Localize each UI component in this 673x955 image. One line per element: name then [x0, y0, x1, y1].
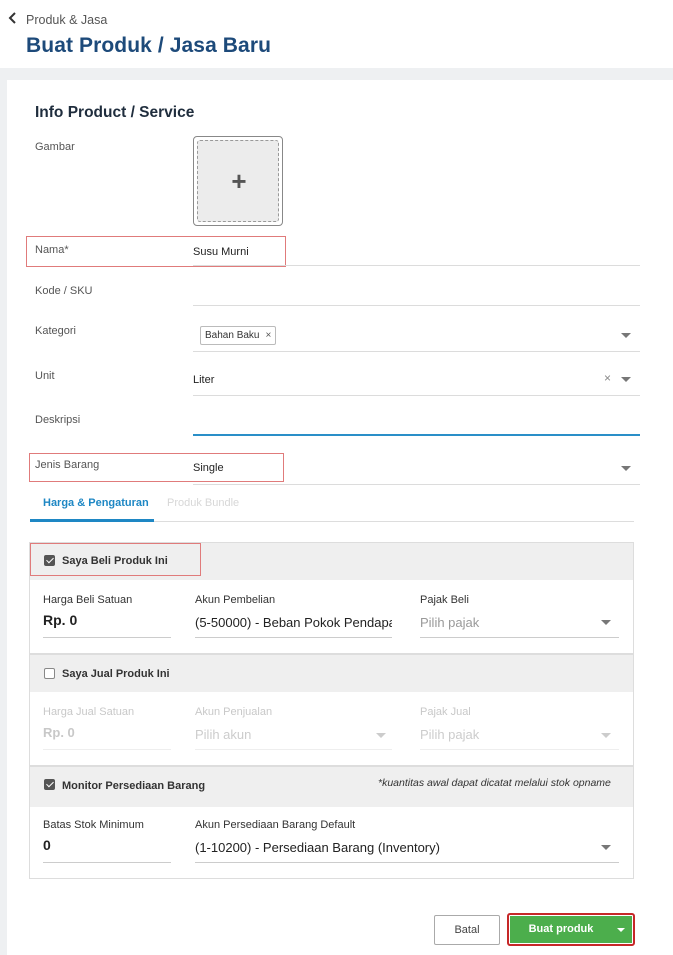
sell-account-chevron-icon[interactable]	[376, 733, 386, 738]
section-title: Info Product / Service	[35, 104, 195, 121]
type-select[interactable]: Single	[193, 462, 224, 474]
sell-account-label: Akun Penjualan	[195, 706, 273, 718]
buy-account-label: Akun Pembelian	[195, 594, 276, 606]
unit-underline	[193, 395, 640, 396]
sell-price-underline	[43, 749, 171, 750]
buy-tax-chevron-icon[interactable]	[601, 620, 611, 625]
sku-underline	[193, 305, 640, 306]
category-dropdown-chevron-icon[interactable]	[621, 333, 631, 338]
page-title: Buat Produk / Jasa Baru	[26, 34, 272, 57]
create-product-button[interactable]: Buat produk	[510, 916, 632, 943]
sell-checkbox[interactable]	[44, 668, 55, 679]
name-input[interactable]: Susu Murni	[193, 246, 249, 258]
sell-tax-select[interactable]: Pilih pajak	[420, 727, 479, 742]
buy-tax-label: Pajak Beli	[420, 594, 469, 606]
sell-tax-label: Pajak Jual	[420, 706, 471, 718]
buy-tax-underline	[420, 637, 619, 638]
sell-price-label: Harga Jual Satuan	[43, 706, 135, 718]
category-tag[interactable]: Bahan Baku ×	[200, 326, 277, 345]
description-label: Deskripsi	[35, 414, 81, 426]
category-tag-label: Bahan Baku	[205, 330, 260, 341]
remove-tag-icon[interactable]: ×	[266, 330, 272, 341]
clear-icon[interactable]: ×	[604, 371, 611, 385]
buy-checkbox[interactable]	[44, 555, 55, 566]
type-underline	[193, 484, 640, 485]
sell-tax-chevron-icon[interactable]	[601, 733, 611, 738]
inventory-checkbox[interactable]	[44, 779, 55, 790]
min-stock-underline	[43, 862, 171, 863]
buy-checkbox-label[interactable]: Saya Beli Produk Ini	[62, 555, 168, 567]
inventory-account-underline	[195, 862, 619, 863]
create-product-label: Buat produk	[528, 923, 594, 935]
buy-tax-select[interactable]: Pilih pajak	[420, 615, 479, 630]
image-upload-box[interactable]: +	[193, 136, 283, 226]
tab-pricing-settings[interactable]: Harga & Pengaturan	[43, 497, 149, 509]
cancel-button[interactable]: Batal	[434, 915, 500, 945]
sell-account-select[interactable]: Pilih akun	[195, 727, 251, 742]
name-label: Nama*	[35, 244, 69, 256]
buy-account-underline	[195, 637, 392, 638]
type-dropdown-chevron-icon[interactable]	[621, 466, 631, 471]
page-header: Produk & Jasa Buat Produk / Jasa Baru	[0, 0, 673, 68]
breadcrumb[interactable]: Produk & Jasa	[26, 13, 107, 27]
min-stock-label: Batas Stok Minimum	[43, 819, 144, 831]
plus-icon: +	[231, 166, 247, 196]
sell-price-input[interactable]: Rp. 0	[43, 725, 75, 740]
buy-price-input[interactable]: Rp. 0	[43, 612, 77, 628]
sell-account-underline	[195, 749, 392, 750]
sell-tax-underline	[420, 749, 619, 750]
buy-account-select[interactable]: (5-50000) - Beban Pokok Pendapa	[195, 615, 392, 630]
inventory-checkbox-label[interactable]: Monitor Persediaan Barang	[62, 780, 205, 792]
min-stock-input[interactable]: 0	[43, 837, 51, 853]
category-underline	[193, 351, 640, 352]
name-underline	[193, 265, 640, 266]
type-label: Jenis Barang	[35, 459, 100, 471]
inventory-account-chevron-icon[interactable]	[601, 845, 611, 850]
image-dropzone[interactable]: +	[197, 140, 279, 222]
active-tab-indicator	[30, 519, 154, 522]
inventory-account-label: Akun Persediaan Barang Default	[195, 819, 356, 831]
chevron-left-icon[interactable]	[8, 12, 22, 26]
inventory-note: *kuantitas awal dapat dicatat melalui st…	[378, 777, 611, 789]
description-underline	[193, 434, 640, 436]
unit-label: Unit	[35, 370, 55, 382]
dropdown-caret-icon[interactable]	[610, 916, 632, 943]
buy-price-underline	[43, 637, 171, 638]
sell-checkbox-label[interactable]: Saya Jual Produk Ini	[62, 668, 170, 680]
unit-dropdown-chevron-icon[interactable]	[621, 377, 631, 382]
buy-price-label: Harga Beli Satuan	[43, 594, 133, 606]
category-label: Kategori	[35, 325, 76, 337]
unit-select[interactable]: Liter	[193, 374, 214, 386]
inventory-account-select[interactable]: (1-10200) - Persediaan Barang (Inventory…	[195, 840, 440, 855]
sku-label: Kode / SKU	[35, 285, 93, 297]
create-button-highlight: Buat produk	[507, 913, 635, 946]
image-label: Gambar	[35, 141, 75, 153]
tab-product-bundle[interactable]: Produk Bundle	[167, 497, 239, 509]
